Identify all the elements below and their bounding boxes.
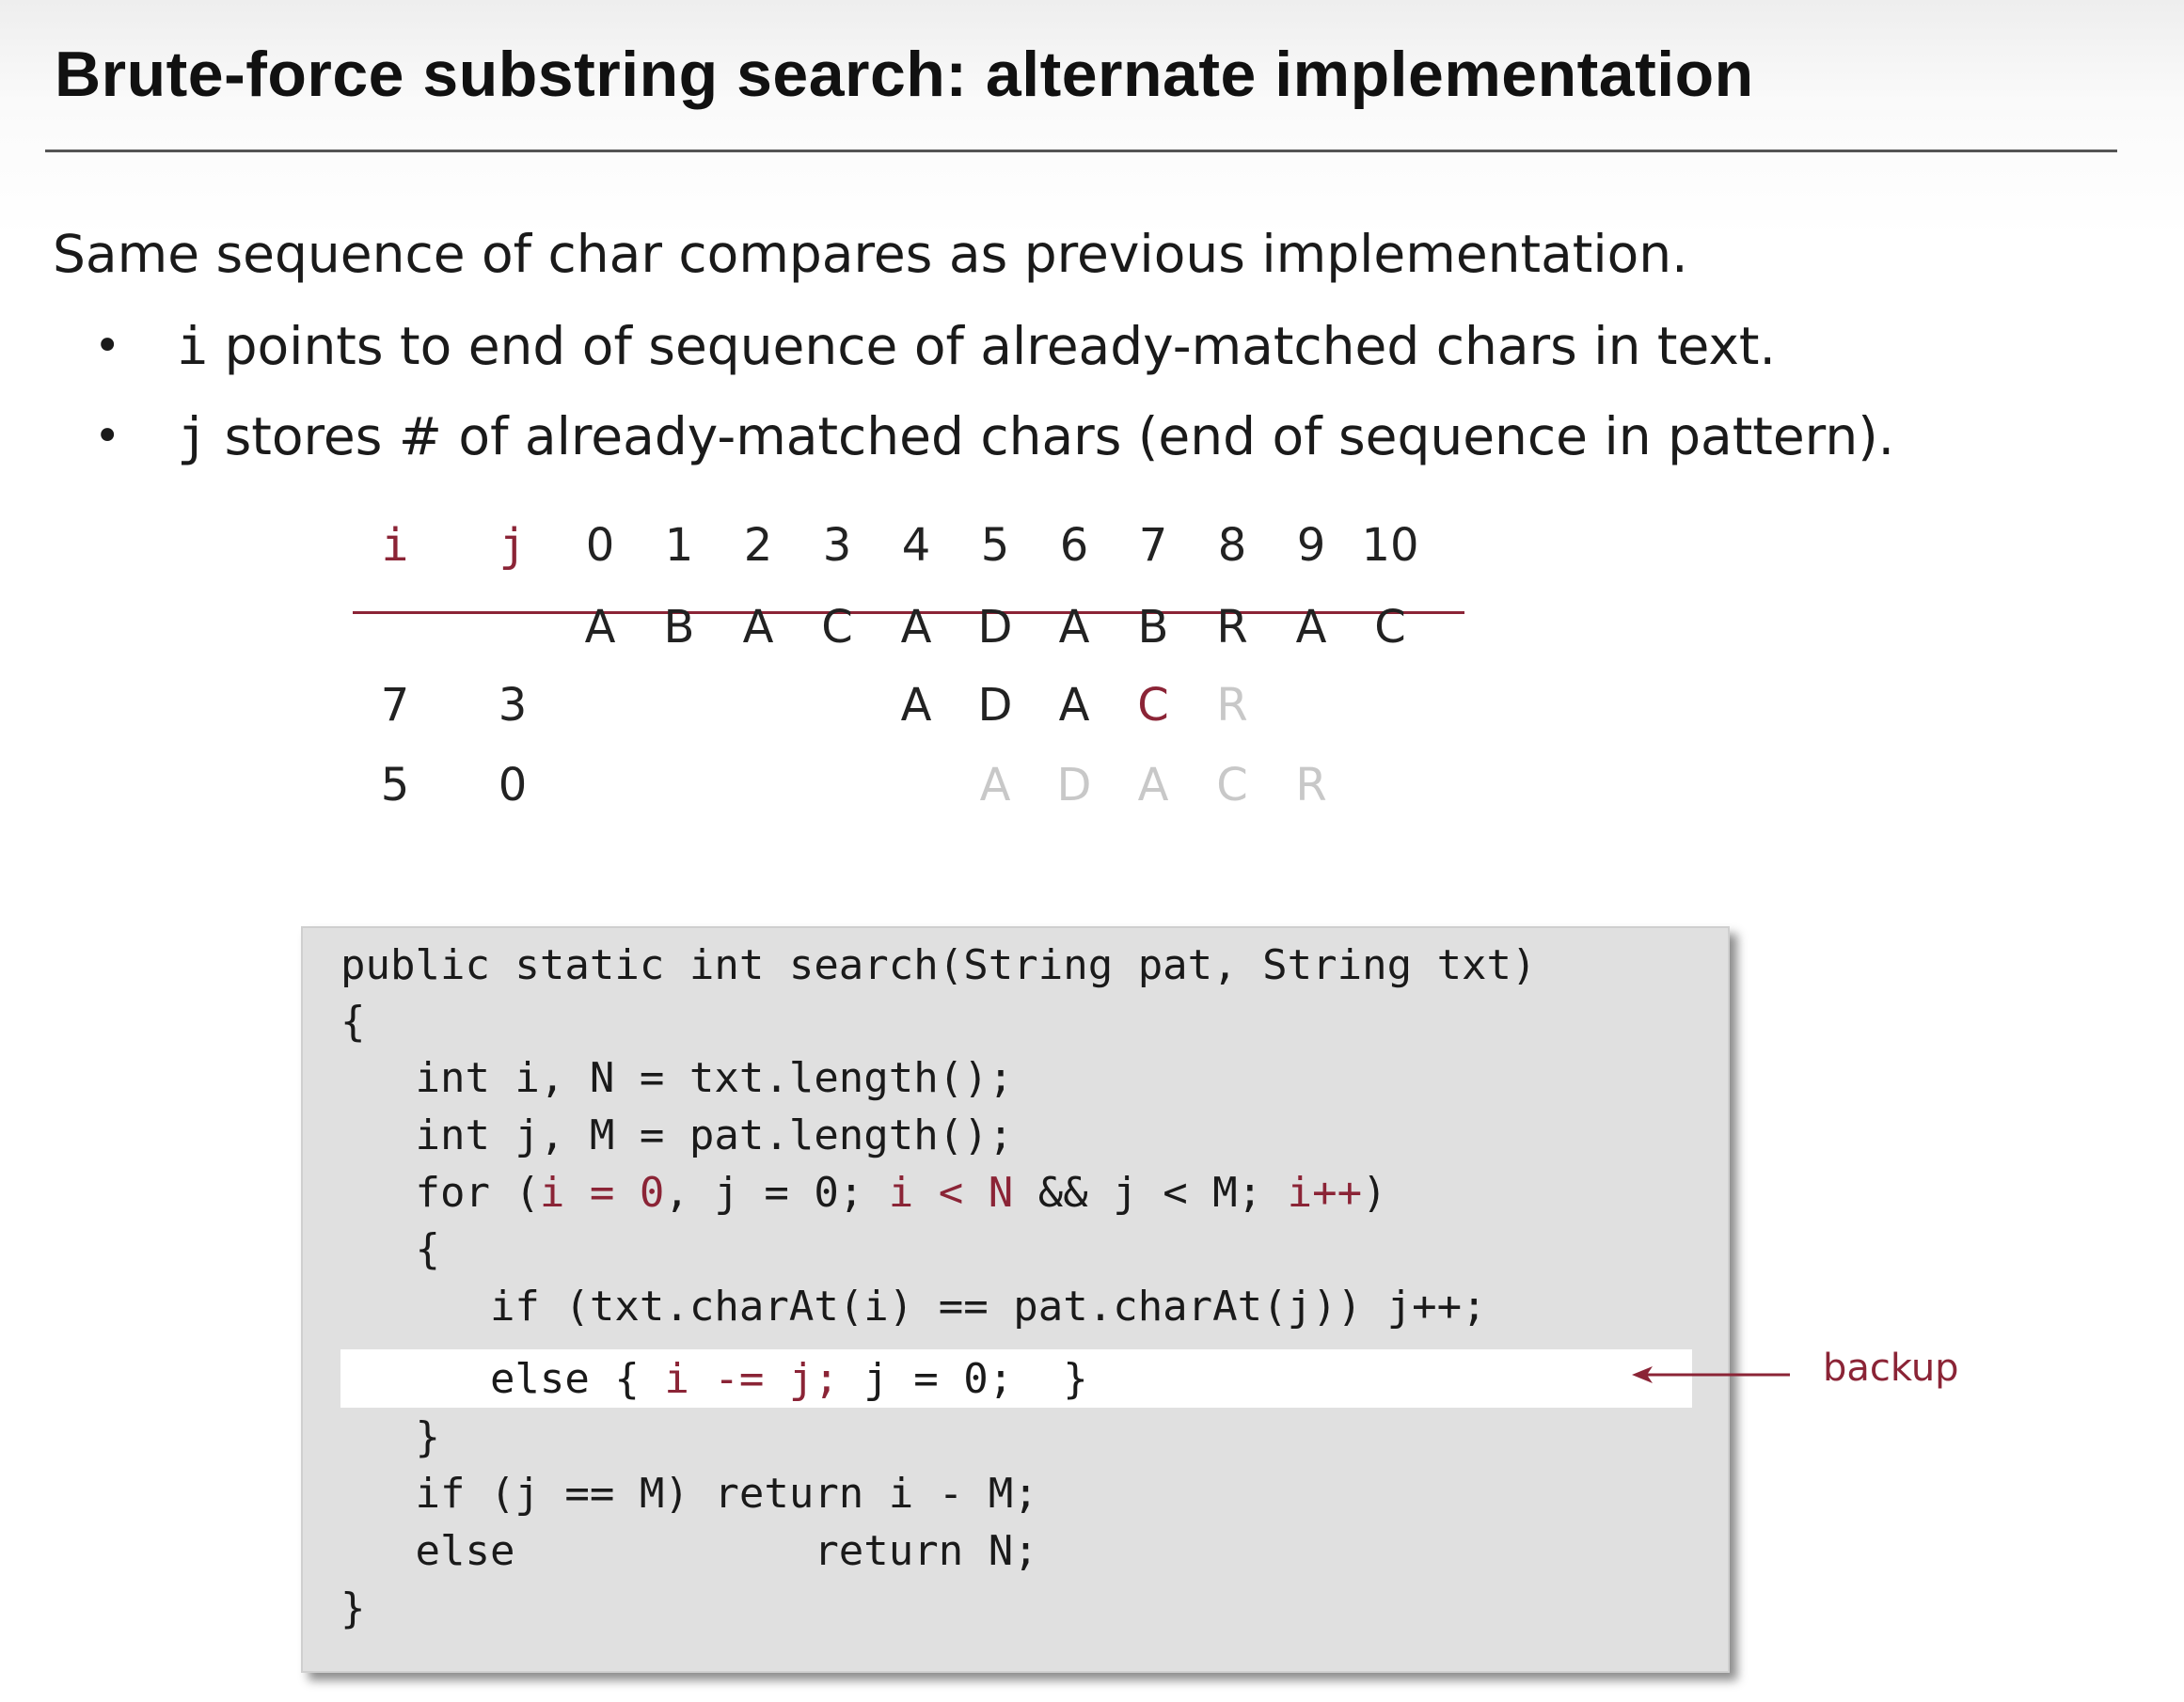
trace-text-char: B (663, 601, 695, 654)
trace-index: 9 (1296, 519, 1326, 572)
trace-index: 5 (980, 519, 1010, 572)
bullet-item: • i points to end of sequence of already… (94, 301, 1894, 391)
code-token: j = 0; } (838, 1355, 1088, 1403)
trace-row-j: 0 (498, 759, 528, 812)
bullet-item: • j stores # of already-matched chars (e… (94, 391, 1894, 481)
backup-label: backup (1823, 1347, 1959, 1390)
bullet-text: points to end of sequence of already-mat… (208, 316, 1776, 376)
trace-text-char: A (584, 601, 616, 654)
code-line: int i, N = txt.length(); (340, 1054, 1014, 1102)
code-token: else { (340, 1355, 665, 1403)
code-line: { (340, 1225, 440, 1273)
code-line: } (340, 1413, 440, 1461)
title-divider (45, 150, 2117, 152)
bullet-list: • i points to end of sequence of already… (94, 301, 1894, 481)
trace-index: 2 (743, 519, 773, 572)
code-line: if (txt.charAt(i) == pat.charAt(j)) j++; (340, 1283, 1487, 1331)
code-token: && j < M; (1013, 1169, 1288, 1217)
bullet-text: stores # of already-matched chars (end o… (208, 406, 1895, 466)
trace-index: 10 (1361, 519, 1419, 572)
code-token-init: i = 0 (539, 1169, 665, 1217)
code-line: public static int search(String pat, Str… (340, 941, 1537, 989)
trace-text-char: R (1216, 601, 1248, 654)
trace-pattern-char: C (1137, 679, 1169, 732)
trace-index: 8 (1217, 519, 1247, 572)
trace-pattern-char: A (979, 759, 1011, 812)
trace-index: 1 (664, 519, 694, 572)
trace-pattern-char: A (900, 679, 932, 732)
bullet-dot-icon: • (94, 410, 121, 463)
trace-text-char: C (1374, 601, 1406, 654)
trace-row-i: 5 (380, 759, 410, 812)
trace-header-rule (353, 611, 1464, 614)
trace-pattern-char: C (1216, 759, 1248, 812)
trace-text-char: D (977, 601, 1013, 654)
code-line-backup: else { i -= j; j = 0; } (340, 1351, 1088, 1408)
code-line: else return N; (340, 1527, 1038, 1575)
trace-pattern-char: R (1295, 759, 1327, 812)
code-line-for: for (i = 0, j = 0; i < N && j < M; i++) (340, 1165, 1387, 1221)
trace-index: 4 (901, 519, 931, 572)
trace-row-j: 3 (498, 679, 528, 732)
bullet-code: i (177, 316, 209, 376)
code-line: if (j == M) return i - M; (340, 1470, 1038, 1518)
left-arrow-icon (1632, 1366, 1790, 1383)
trace-header-i: i (381, 519, 409, 572)
trace-text-char: A (742, 601, 774, 654)
trace-index: 3 (822, 519, 852, 572)
trace-text-char: B (1137, 601, 1169, 654)
bullet-code: j (177, 406, 209, 466)
code-panel: public static int search(String pat, Str… (301, 926, 1730, 1673)
trace-index: 7 (1138, 519, 1168, 572)
trace-text-char: A (900, 601, 932, 654)
trace-index: 6 (1059, 519, 1089, 572)
code-token: ) (1362, 1169, 1387, 1217)
code-line: int j, M = pat.length(); (340, 1111, 1014, 1159)
trace-row-i: 7 (380, 679, 410, 732)
code-line: } (340, 1584, 366, 1632)
bullet-dot-icon: • (94, 320, 121, 372)
slide-title: Brute-force substring search: alternate … (55, 39, 1754, 110)
trace-text-char: A (1295, 601, 1327, 654)
trace-pattern-char: A (1058, 679, 1090, 732)
code-line: { (340, 998, 366, 1046)
trace-text-char: A (1058, 601, 1090, 654)
trace-index: 0 (585, 519, 615, 572)
code-token-cond: i < N (888, 1169, 1014, 1217)
intro-text: Same sequence of char compares as previo… (53, 224, 1688, 284)
code-token-incr: i++ (1287, 1169, 1363, 1217)
trace-text-char: C (821, 601, 853, 654)
code-token-backup: i -= j; (664, 1355, 839, 1403)
trace-pattern-char: A (1137, 759, 1169, 812)
trace-header-j: j (499, 519, 527, 572)
trace-pattern-char: D (977, 679, 1013, 732)
trace-pattern-char: R (1216, 679, 1248, 732)
trace-pattern-char: D (1056, 759, 1092, 812)
code-token: , j = 0; (664, 1169, 889, 1217)
code-token: for ( (340, 1169, 540, 1217)
